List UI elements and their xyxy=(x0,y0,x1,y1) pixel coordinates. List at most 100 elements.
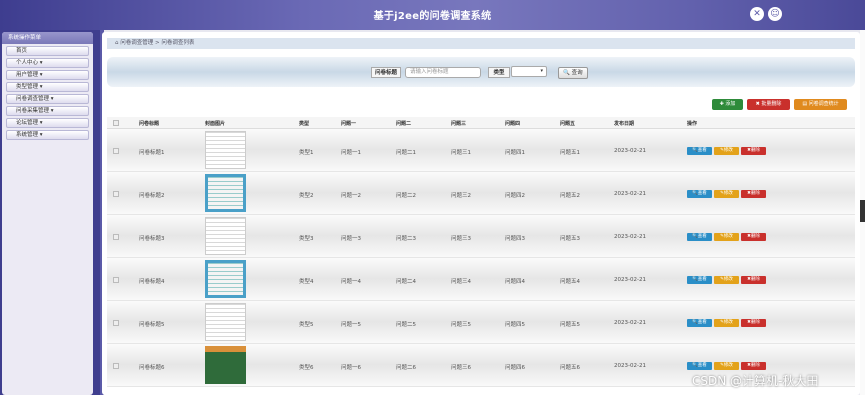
col-cover[interactable]: 封面图片 xyxy=(205,120,225,127)
chevron-down-icon: ▾ xyxy=(540,68,543,74)
view-button[interactable]: 🔍查看 xyxy=(687,147,712,155)
cell-q3: 问题三1 xyxy=(451,150,471,156)
view-button[interactable]: 🔍查看 xyxy=(687,319,712,327)
sidebar-item-survey-collection[interactable]: 问卷采集管理 ▾ xyxy=(6,106,89,116)
sidebar-item-user-management[interactable]: 用户管理 ▾ xyxy=(6,70,89,80)
row-checkbox[interactable] xyxy=(113,277,119,283)
cell-q1: 问题一5 xyxy=(341,322,361,328)
user-icon[interactable]: ☺ xyxy=(768,7,782,21)
cover-image xyxy=(205,346,246,384)
delete-button[interactable]: ✖删除 xyxy=(741,362,766,370)
cover-image xyxy=(205,303,246,341)
cover-image xyxy=(205,260,246,298)
cell-date: 2023-02-21 xyxy=(614,277,646,283)
cell-q3: 问题三5 xyxy=(451,322,471,328)
close-icon[interactable]: ✕ xyxy=(750,7,764,21)
col-q2[interactable]: 问题二 xyxy=(396,120,411,127)
view-button[interactable]: 🔍查看 xyxy=(687,362,712,370)
table-row: 问卷标题2 类型2 问题一2 问题二2 问题三2 问题四2 问题五2 2023-02-21 🔍查… xyxy=(107,172,855,215)
view-button[interactable]: 🔍查看 xyxy=(687,233,712,241)
cell-q3: 问题三4 xyxy=(451,279,471,285)
cell-date: 2023-02-21 xyxy=(614,148,646,154)
cell-q1: 问题一3 xyxy=(341,236,361,242)
cell-q2: 问题二6 xyxy=(396,365,416,371)
cell-q5: 问题五2 xyxy=(560,193,580,199)
batch-delete-button[interactable]: ✖ 批量删除 xyxy=(747,99,790,110)
cover-image xyxy=(205,174,246,212)
col-actions: 操作 xyxy=(687,121,698,127)
table-row: 问卷标题5 类型5 问题一5 问题二5 问题三5 问题四5 问题五5 2023-02-21 🔍查… xyxy=(107,301,855,344)
view-button[interactable]: 🔍查看 xyxy=(687,276,712,284)
cell-date: 2023-02-21 xyxy=(614,234,646,240)
row-checkbox[interactable] xyxy=(113,363,119,369)
cell-title: 问卷标题5 xyxy=(139,322,165,328)
scrollbar-thumb[interactable] xyxy=(860,200,865,222)
table-header: 问卷标题 封面图片 类型 问题一 问题二 问题三 问题四 问题五 发布日期 操作 xyxy=(107,117,855,129)
sidebar-item-type-management[interactable]: 类型管理 ▾ xyxy=(6,82,89,92)
delete-button[interactable]: ✖删除 xyxy=(741,276,766,284)
cell-type: 类型4 xyxy=(299,279,314,285)
cell-q5: 问题五5 xyxy=(560,322,580,328)
title-search-input[interactable]: 请输入问卷标题 xyxy=(405,67,481,78)
cover-image xyxy=(205,217,246,255)
row-checkbox[interactable] xyxy=(113,320,119,326)
survey-table: 问卷标题 封面图片 类型 问题一 问题二 问题三 问题四 问题五 发布日期 操作… xyxy=(107,117,855,387)
col-date[interactable]: 发布日期 xyxy=(614,120,634,127)
col-q5[interactable]: 问题五 xyxy=(560,120,575,127)
sidebar-item-personal-center[interactable]: 个人中心 ▾ xyxy=(6,58,89,68)
cell-q4: 问题四3 xyxy=(505,236,525,242)
sidebar-item-home[interactable]: 首页 xyxy=(6,46,89,56)
sidebar-item-forum-management[interactable]: 论坛管理 ▾ xyxy=(6,118,89,128)
col-title[interactable]: 问卷标题 xyxy=(139,120,159,127)
select-all-checkbox[interactable] xyxy=(113,120,119,126)
cell-title: 问卷标题3 xyxy=(139,236,165,242)
col-q1[interactable]: 问题一 xyxy=(341,120,356,127)
edit-button[interactable]: ✎修改 xyxy=(714,190,739,198)
delete-button[interactable]: ✖删除 xyxy=(741,147,766,155)
query-button[interactable]: 🔍 查询 xyxy=(558,67,588,79)
row-checkbox[interactable] xyxy=(113,191,119,197)
col-type[interactable]: 类型 xyxy=(299,120,309,127)
cell-q3: 问题三3 xyxy=(451,236,471,242)
cell-q4: 问题四2 xyxy=(505,193,525,199)
row-checkbox[interactable] xyxy=(113,148,119,154)
add-button[interactable]: ✚ 添加 xyxy=(712,99,743,110)
edit-button[interactable]: ✎修改 xyxy=(714,147,739,155)
cell-q2: 问题二5 xyxy=(396,322,416,328)
sidebar-item-system-management[interactable]: 系统管理 ▾ xyxy=(6,130,89,140)
sidebar-item-survey-management[interactable]: 问卷调查管理 ▾ xyxy=(6,94,89,104)
cell-date: 2023-02-21 xyxy=(614,363,646,369)
cell-type: 类型1 xyxy=(299,150,314,156)
cell-title: 问卷标题6 xyxy=(139,365,165,371)
cell-date: 2023-02-21 xyxy=(614,320,646,326)
edit-button[interactable]: ✎修改 xyxy=(714,362,739,370)
cell-q1: 问题一4 xyxy=(341,279,361,285)
type-label: 类型 xyxy=(488,67,510,78)
col-q3[interactable]: 问题三 xyxy=(451,120,466,127)
cell-type: 类型6 xyxy=(299,365,314,371)
cell-q2: 问题二1 xyxy=(396,150,416,156)
app-title: 基于j2ee的问卷调查系统 xyxy=(373,11,492,22)
cell-date: 2023-02-21 xyxy=(614,191,646,197)
edit-button[interactable]: ✎修改 xyxy=(714,233,739,241)
breadcrumb: ⌂ 问卷调查管理 > 问卷调查列表 xyxy=(107,38,855,49)
sidebar-heading: 系统操作菜单 xyxy=(2,32,93,44)
view-button[interactable]: 🔍查看 xyxy=(687,190,712,198)
col-q4[interactable]: 问题四 xyxy=(505,120,520,127)
row-checkbox[interactable] xyxy=(113,234,119,240)
cell-q1: 问题一1 xyxy=(341,150,361,156)
delete-button[interactable]: ✖删除 xyxy=(741,233,766,241)
delete-button[interactable]: ✖删除 xyxy=(741,190,766,198)
breadcrumb-text: 问卷调查管理 > 问卷调查列表 xyxy=(120,40,195,46)
type-select[interactable]: ▾ xyxy=(511,66,547,77)
cell-q3: 问题三2 xyxy=(451,193,471,199)
cell-q5: 问题五3 xyxy=(560,236,580,242)
cell-type: 类型5 xyxy=(299,322,314,328)
survey-stats-button[interactable]: ▤ 问卷调查统计 xyxy=(794,99,847,110)
cell-q4: 问题四1 xyxy=(505,150,525,156)
delete-button[interactable]: ✖删除 xyxy=(741,319,766,327)
cell-q4: 问题四4 xyxy=(505,279,525,285)
cell-q2: 问题二4 xyxy=(396,279,416,285)
edit-button[interactable]: ✎修改 xyxy=(714,276,739,284)
edit-button[interactable]: ✎修改 xyxy=(714,319,739,327)
